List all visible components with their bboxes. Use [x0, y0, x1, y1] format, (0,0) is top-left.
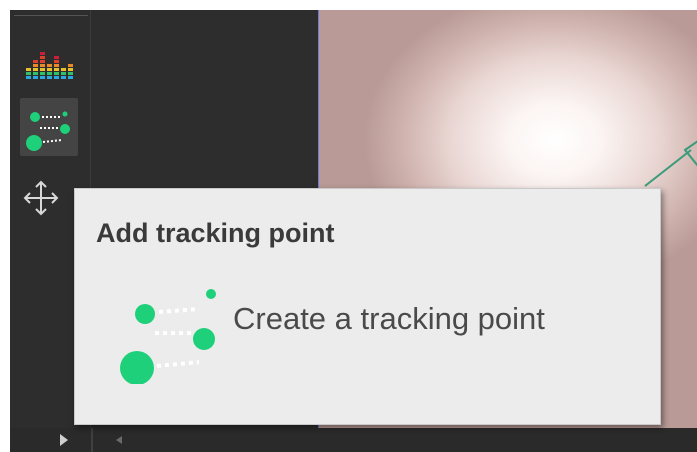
equalizer-tool-button[interactable] — [20, 30, 78, 88]
tooltip-title: Add tracking point — [96, 218, 335, 248]
move-tool-button[interactable] — [20, 168, 78, 226]
equalizer-icon — [26, 52, 73, 79]
tooltip-description: Create a tracking point — [233, 301, 545, 336]
add-tracking-point-icon — [26, 111, 70, 151]
toolbar-divider — [14, 15, 88, 16]
play-icon — [60, 428, 122, 452]
bottom-bar — [10, 428, 697, 452]
add-tracking-point-tool-button[interactable] — [20, 98, 78, 156]
tooltip: Add tracking point Create a tracking poi… — [74, 188, 661, 425]
add-tracking-point-icon — [120, 289, 216, 384]
move-icon — [23, 180, 59, 216]
tracking-marker — [644, 140, 697, 187]
